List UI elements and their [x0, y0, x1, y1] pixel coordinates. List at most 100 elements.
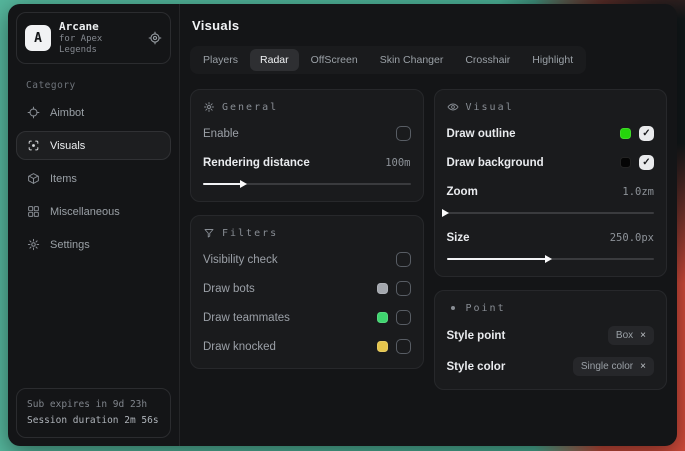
draw-knocked-label: Draw knocked [203, 341, 276, 353]
slider-fill [203, 183, 245, 185]
check-icon: ✓ [642, 129, 650, 139]
slider-fill [447, 258, 551, 260]
size-value: 250.0px [610, 232, 654, 244]
draw-knocked-checkbox[interactable]: ✓ [396, 339, 411, 354]
gear-icon [27, 238, 40, 251]
session-duration-text: Session duration 2m 56s [27, 413, 160, 429]
sidebar-item-miscellaneous[interactable]: Miscellaneous [16, 197, 171, 226]
visual-panel: Visual Draw outline ✓ Draw background [434, 89, 668, 277]
draw-outline-color-swatch[interactable] [620, 128, 631, 139]
subscription-info: Sub expires in 9d 23h Session duration 2… [16, 388, 171, 438]
draw-outline-label: Draw outline [447, 128, 516, 140]
crosshair-icon [27, 106, 40, 119]
draw-teammates-color-swatch[interactable] [377, 312, 388, 323]
visual-panel-header: Visual [447, 101, 655, 113]
sidebar-item-settings[interactable]: Settings [16, 230, 171, 259]
slider-track [203, 183, 411, 185]
target-icon[interactable] [148, 31, 162, 45]
app-logo: A [25, 25, 51, 51]
zoom-row: Zoom 1.0zm [447, 183, 655, 200]
filters-panel: Filters Visibility check ✓ Draw bots [190, 215, 424, 369]
style-point-row: Style point Box × [447, 326, 655, 345]
draw-knocked-color-swatch[interactable] [377, 341, 388, 352]
sidebar-item-visuals[interactable]: Visuals [16, 131, 171, 160]
sun-icon [203, 101, 215, 113]
draw-bots-label: Draw bots [203, 283, 255, 295]
sidebar-item-aimbot[interactable]: Aimbot [16, 98, 171, 127]
sub-expires-text: Sub expires in 9d 23h [27, 397, 160, 413]
left-column: General Enable ✓ Rendering distance 100m [190, 89, 424, 369]
tab-radar[interactable]: Radar [250, 49, 299, 71]
draw-background-color-swatch[interactable] [620, 157, 631, 168]
brand-text: Arcane for Apex Legends [59, 20, 140, 56]
draw-background-label: Draw background [447, 157, 544, 169]
style-color-value: Single color [581, 361, 633, 372]
draw-bots-row: Draw bots ✓ [203, 280, 411, 297]
style-point-select[interactable]: Box × [608, 326, 654, 345]
tab-crosshair[interactable]: Crosshair [455, 49, 520, 71]
panel-title: Point [466, 303, 506, 314]
slider-thumb[interactable] [545, 255, 552, 263]
sidebar-item-label: Miscellaneous [50, 206, 120, 218]
draw-background-checkbox[interactable]: ✓ [639, 155, 654, 170]
slider-thumb[interactable] [442, 209, 449, 217]
enable-row: Enable ✓ [203, 125, 411, 142]
visibility-check-row: Visibility check ✓ [203, 251, 411, 268]
visibility-check-checkbox[interactable]: ✓ [396, 252, 411, 267]
brand-card: A Arcane for Apex Legends [16, 12, 171, 64]
right-column: Visual Draw outline ✓ Draw background [434, 89, 668, 390]
eye-icon [447, 101, 459, 113]
sidebar-item-label: Aimbot [50, 107, 84, 119]
draw-outline-row: Draw outline ✓ [447, 125, 655, 142]
draw-background-row: Draw background ✓ [447, 154, 655, 171]
style-color-select[interactable]: Single color × [573, 357, 654, 376]
sidebar-nav: Aimbot Visuals Items [8, 98, 179, 259]
rendering-distance-slider[interactable] [203, 180, 411, 188]
draw-teammates-checkbox[interactable]: ✓ [396, 310, 411, 325]
enable-checkbox[interactable]: ✓ [396, 126, 411, 141]
brand-subtitle: for Apex Legends [59, 34, 140, 57]
panel-title: General [222, 102, 278, 113]
general-panel-header: General [203, 101, 411, 113]
style-point-value: Box [616, 330, 633, 341]
panel-title: Filters [222, 228, 278, 239]
scan-eye-icon [27, 139, 40, 152]
style-color-label: Style color [447, 361, 506, 373]
filters-panel-header: Filters [203, 227, 411, 239]
remove-icon[interactable]: × [640, 331, 646, 341]
content: General Enable ✓ Rendering distance 100m [190, 89, 667, 390]
rendering-distance-label: Rendering distance [203, 157, 310, 169]
enable-label: Enable [203, 128, 239, 140]
cube-icon [27, 172, 40, 185]
zoom-label: Zoom [447, 186, 478, 198]
draw-teammates-label: Draw teammates [203, 312, 290, 324]
tab-players[interactable]: Players [193, 49, 248, 71]
sidebar: A Arcane for Apex Legends Category [8, 4, 180, 446]
slider-track [447, 258, 655, 260]
remove-icon[interactable]: × [640, 362, 646, 372]
check-icon: ✓ [642, 158, 650, 168]
tab-offscreen[interactable]: OffScreen [301, 49, 368, 71]
sidebar-item-items[interactable]: Items [16, 164, 171, 193]
slider-track [447, 212, 655, 214]
zoom-slider[interactable] [447, 209, 655, 217]
page-title: Visuals [192, 18, 667, 33]
tabbar: Players Radar OffScreen Skin Changer Cro… [190, 46, 586, 74]
draw-outline-checkbox[interactable]: ✓ [639, 126, 654, 141]
style-point-label: Style point [447, 330, 506, 342]
point-panel-header: Point [447, 302, 655, 314]
grid-icon [27, 205, 40, 218]
size-slider[interactable] [447, 255, 655, 263]
dot-icon [447, 302, 459, 314]
style-color-row: Style color Single color × [447, 357, 655, 376]
visibility-check-label: Visibility check [203, 254, 278, 266]
app-window: A Arcane for Apex Legends Category [8, 4, 677, 446]
draw-bots-color-swatch[interactable] [377, 283, 388, 294]
panel-title: Visual [466, 102, 514, 113]
draw-bots-checkbox[interactable]: ✓ [396, 281, 411, 296]
funnel-icon [203, 227, 215, 239]
sidebar-item-label: Settings [50, 239, 90, 251]
tab-highlight[interactable]: Highlight [522, 49, 583, 71]
tab-skin-changer[interactable]: Skin Changer [370, 49, 454, 71]
slider-thumb[interactable] [240, 180, 247, 188]
